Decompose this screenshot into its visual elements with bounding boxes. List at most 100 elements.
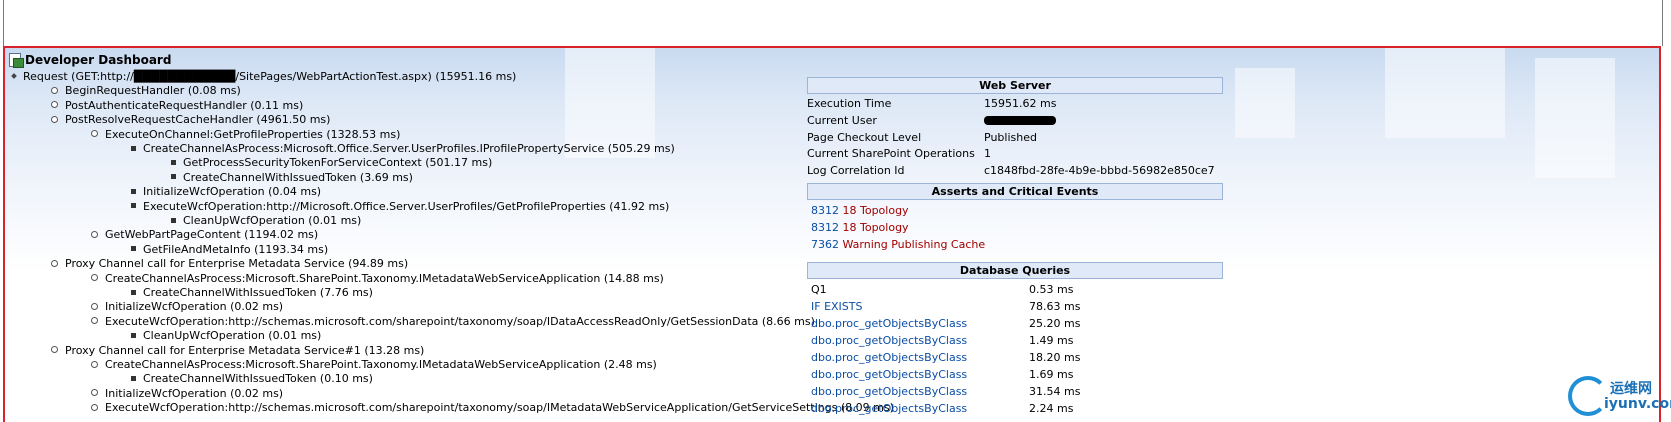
assert-row[interactable]: 8312 18 Topology	[811, 204, 909, 218]
tree-node-label: CleanUpWcfOperation (0.01 ms)	[183, 214, 362, 227]
db-query-time: 78.63 ms	[1029, 300, 1081, 313]
tree-node-label: GetWebPartPageContent (1194.02 ms)	[105, 228, 319, 242]
tree-bullet-icon	[91, 389, 98, 397]
db-query-name: Q1	[811, 283, 827, 296]
assert-row[interactable]: 7362 Warning Publishing Cache	[811, 238, 985, 252]
tree-node: CreateChannelAsProcess:Microsoft.SharePo…	[91, 272, 664, 286]
tree-node-label: CreateChannelWithIssuedToken (7.76 ms)	[143, 286, 373, 299]
tree-bullet-icon	[11, 73, 17, 79]
assert-text[interactable]: 18 Topology	[843, 204, 909, 217]
db-query-name[interactable]: dbo.proc_getObjectsByClass	[811, 317, 967, 331]
tree-node-label: ExecuteWcfOperation:http://schemas.micro…	[105, 314, 815, 328]
tree-bullet-icon	[91, 230, 98, 238]
redacted-user	[984, 116, 1056, 126]
web-server-label: Current SharePoint Operations	[807, 147, 975, 161]
web-server-label: Log Correlation Id	[807, 164, 905, 178]
db-query-name[interactable]: dbo.proc_getObjectsByClass	[811, 334, 967, 348]
window-right-edge	[1662, 0, 1663, 46]
db-query-name[interactable]: dbo.proc_getObjectsByClass	[811, 385, 967, 399]
assert-text[interactable]: Warning Publishing Cache	[843, 238, 986, 251]
tree-node-label: ExecuteOnChannel:GetProfileProperties (1…	[105, 127, 401, 141]
tree-node: ExecuteOnChannel:GetProfileProperties (1…	[91, 128, 400, 142]
tree-node: ExecuteWcfOperation:http://schemas.micro…	[91, 401, 894, 415]
tree-bullet-icon	[171, 159, 176, 165]
web-server-value: c1848fbd-28fe-4b9e-bbbd-56982e850ce7	[984, 164, 1215, 178]
asserts-panel: Asserts and Critical Events 8312 18 Topo…	[807, 183, 1223, 256]
tree-bullet-icon	[91, 317, 98, 325]
tree-node-label: CreateChannelAsProcess:Microsoft.Office.…	[143, 142, 675, 155]
tree-node-label: CreateChannelAsProcess:Microsoft.SharePo…	[105, 358, 657, 371]
db-query-time: 1.49 ms	[1029, 334, 1074, 347]
developer-dashboard: Developer Dashboard Request (GET:http://…	[3, 46, 1661, 422]
web-server-panel: Web Server Execution Time 15951.62 ms Curr…	[807, 77, 1223, 178]
tree-node: PostResolveRequestCacheHandler (4961.50 …	[51, 113, 330, 127]
tree-bullet-icon	[51, 101, 58, 109]
web-server-label: Execution Time	[807, 97, 892, 110]
tree-node: CleanUpWcfOperation (0.01 ms)	[131, 329, 321, 343]
tree-bullet-icon	[91, 274, 98, 282]
web-server-value: 1	[984, 147, 991, 161]
tree-node-label: CreateChannelAsProcess:Microsoft.SharePo…	[105, 271, 664, 285]
assert-id-link[interactable]: 7362	[811, 238, 839, 251]
tree-bullet-icon	[51, 86, 58, 94]
assert-text[interactable]: 18 Topology	[843, 221, 909, 234]
window-left-edge	[3, 0, 4, 46]
tree-node: GetWebPartPageContent (1194.02 ms)	[91, 228, 318, 242]
tree-node: CreateChannelWithIssuedToken (0.10 ms)	[131, 372, 373, 386]
asserts-header: Asserts and Critical Events	[807, 183, 1223, 200]
assert-row[interactable]: 8312 18 Topology	[811, 221, 909, 235]
tree-bullet-icon	[131, 289, 136, 295]
tree-node-label: CreateChannelWithIssuedToken (0.10 ms)	[143, 372, 373, 386]
dashboard-title: Developer Dashboard	[9, 52, 171, 68]
db-query-name[interactable]: dbo.proc_getObjectsByClass	[811, 368, 967, 382]
tree-node-label: BeginRequestHandler (0.08 ms)	[65, 84, 241, 98]
web-server-value: 15951.62 ms	[984, 97, 1057, 110]
db-query-time: 1.69 ms	[1029, 368, 1074, 381]
db-query-time: 25.20 ms	[1029, 317, 1081, 330]
web-server-value: Published	[984, 130, 1037, 144]
window-top-area	[0, 0, 1671, 46]
tree-node: GetProcessSecurityTokenForServiceContext…	[171, 156, 492, 170]
web-server-label: Page Checkout Level	[807, 130, 922, 144]
web-server-label: Current User	[807, 113, 877, 127]
database-queries-header: Database Queries	[807, 262, 1223, 279]
tree-node: ExecuteWcfOperation:http://Microsoft.Off…	[131, 200, 669, 214]
tree-node: InitializeWcfOperation (0.02 ms)	[91, 300, 283, 314]
tree-node-label: Proxy Channel call for Enterprise Metada…	[65, 343, 425, 357]
tree-bullet-icon	[91, 130, 98, 138]
tree-bullet-icon	[131, 188, 136, 194]
database-queries-panel: Database Queries Q1 0.53 ms IF EXISTS 78.63…	[807, 262, 1223, 422]
assert-id-link[interactable]: 8312	[811, 221, 839, 234]
tree-node-label: PostResolveRequestCacheHandler (4961.50 …	[65, 113, 331, 127]
db-query-time: 0.53 ms	[1029, 283, 1074, 296]
tree-bullet-icon	[131, 203, 136, 209]
tree-node: Proxy Channel call for Enterprise Metada…	[51, 257, 408, 271]
tree-node: BeginRequestHandler (0.08 ms)	[51, 84, 241, 98]
tree-node: Request (GET:http://████████████/SitePag…	[11, 70, 516, 84]
tree-bullet-icon	[91, 403, 98, 411]
tree-node-label: ExecuteWcfOperation:http://schemas.micro…	[105, 401, 894, 415]
tree-node: CreateChannelWithIssuedToken (3.69 ms)	[171, 171, 413, 185]
watermark-line2: iyunv.com	[1604, 396, 1671, 412]
db-query-name[interactable]: IF EXISTS	[811, 300, 862, 314]
tree-bullet-icon	[131, 246, 136, 252]
watermark-logo-icon	[1568, 376, 1608, 416]
tree-node: PostAuthenticateRequestHandler (0.11 ms)	[51, 99, 303, 113]
tree-node: CreateChannelWithIssuedToken (7.76 ms)	[131, 286, 373, 300]
tree-node-label: ExecuteWcfOperation:http://Microsoft.Off…	[143, 199, 670, 213]
tree-node: CreateChannelAsProcess:Microsoft.SharePo…	[91, 358, 657, 372]
watermark-line1: 运维网	[1610, 381, 1652, 397]
tree-bullet-icon	[131, 145, 136, 151]
db-query-name[interactable]: dbo.proc_getObjectsByClass	[811, 351, 967, 365]
dashboard-icon	[9, 53, 24, 68]
tree-bullet-icon	[91, 302, 98, 310]
db-query-name[interactable]: dbo.proc_getObjectsByClass	[811, 402, 967, 416]
tree-node-label: InitializeWcfOperation (0.02 ms)	[105, 300, 284, 314]
assert-id-link[interactable]: 8312	[811, 204, 839, 217]
web-server-value	[984, 114, 1056, 128]
tree-bullet-icon	[51, 259, 58, 267]
tree-node: Proxy Channel call for Enterprise Metada…	[51, 344, 424, 358]
tree-node: CreateChannelAsProcess:Microsoft.Office.…	[131, 142, 675, 156]
db-query-time: 18.20 ms	[1029, 351, 1081, 364]
db-query-time: 2.24 ms	[1029, 402, 1074, 415]
